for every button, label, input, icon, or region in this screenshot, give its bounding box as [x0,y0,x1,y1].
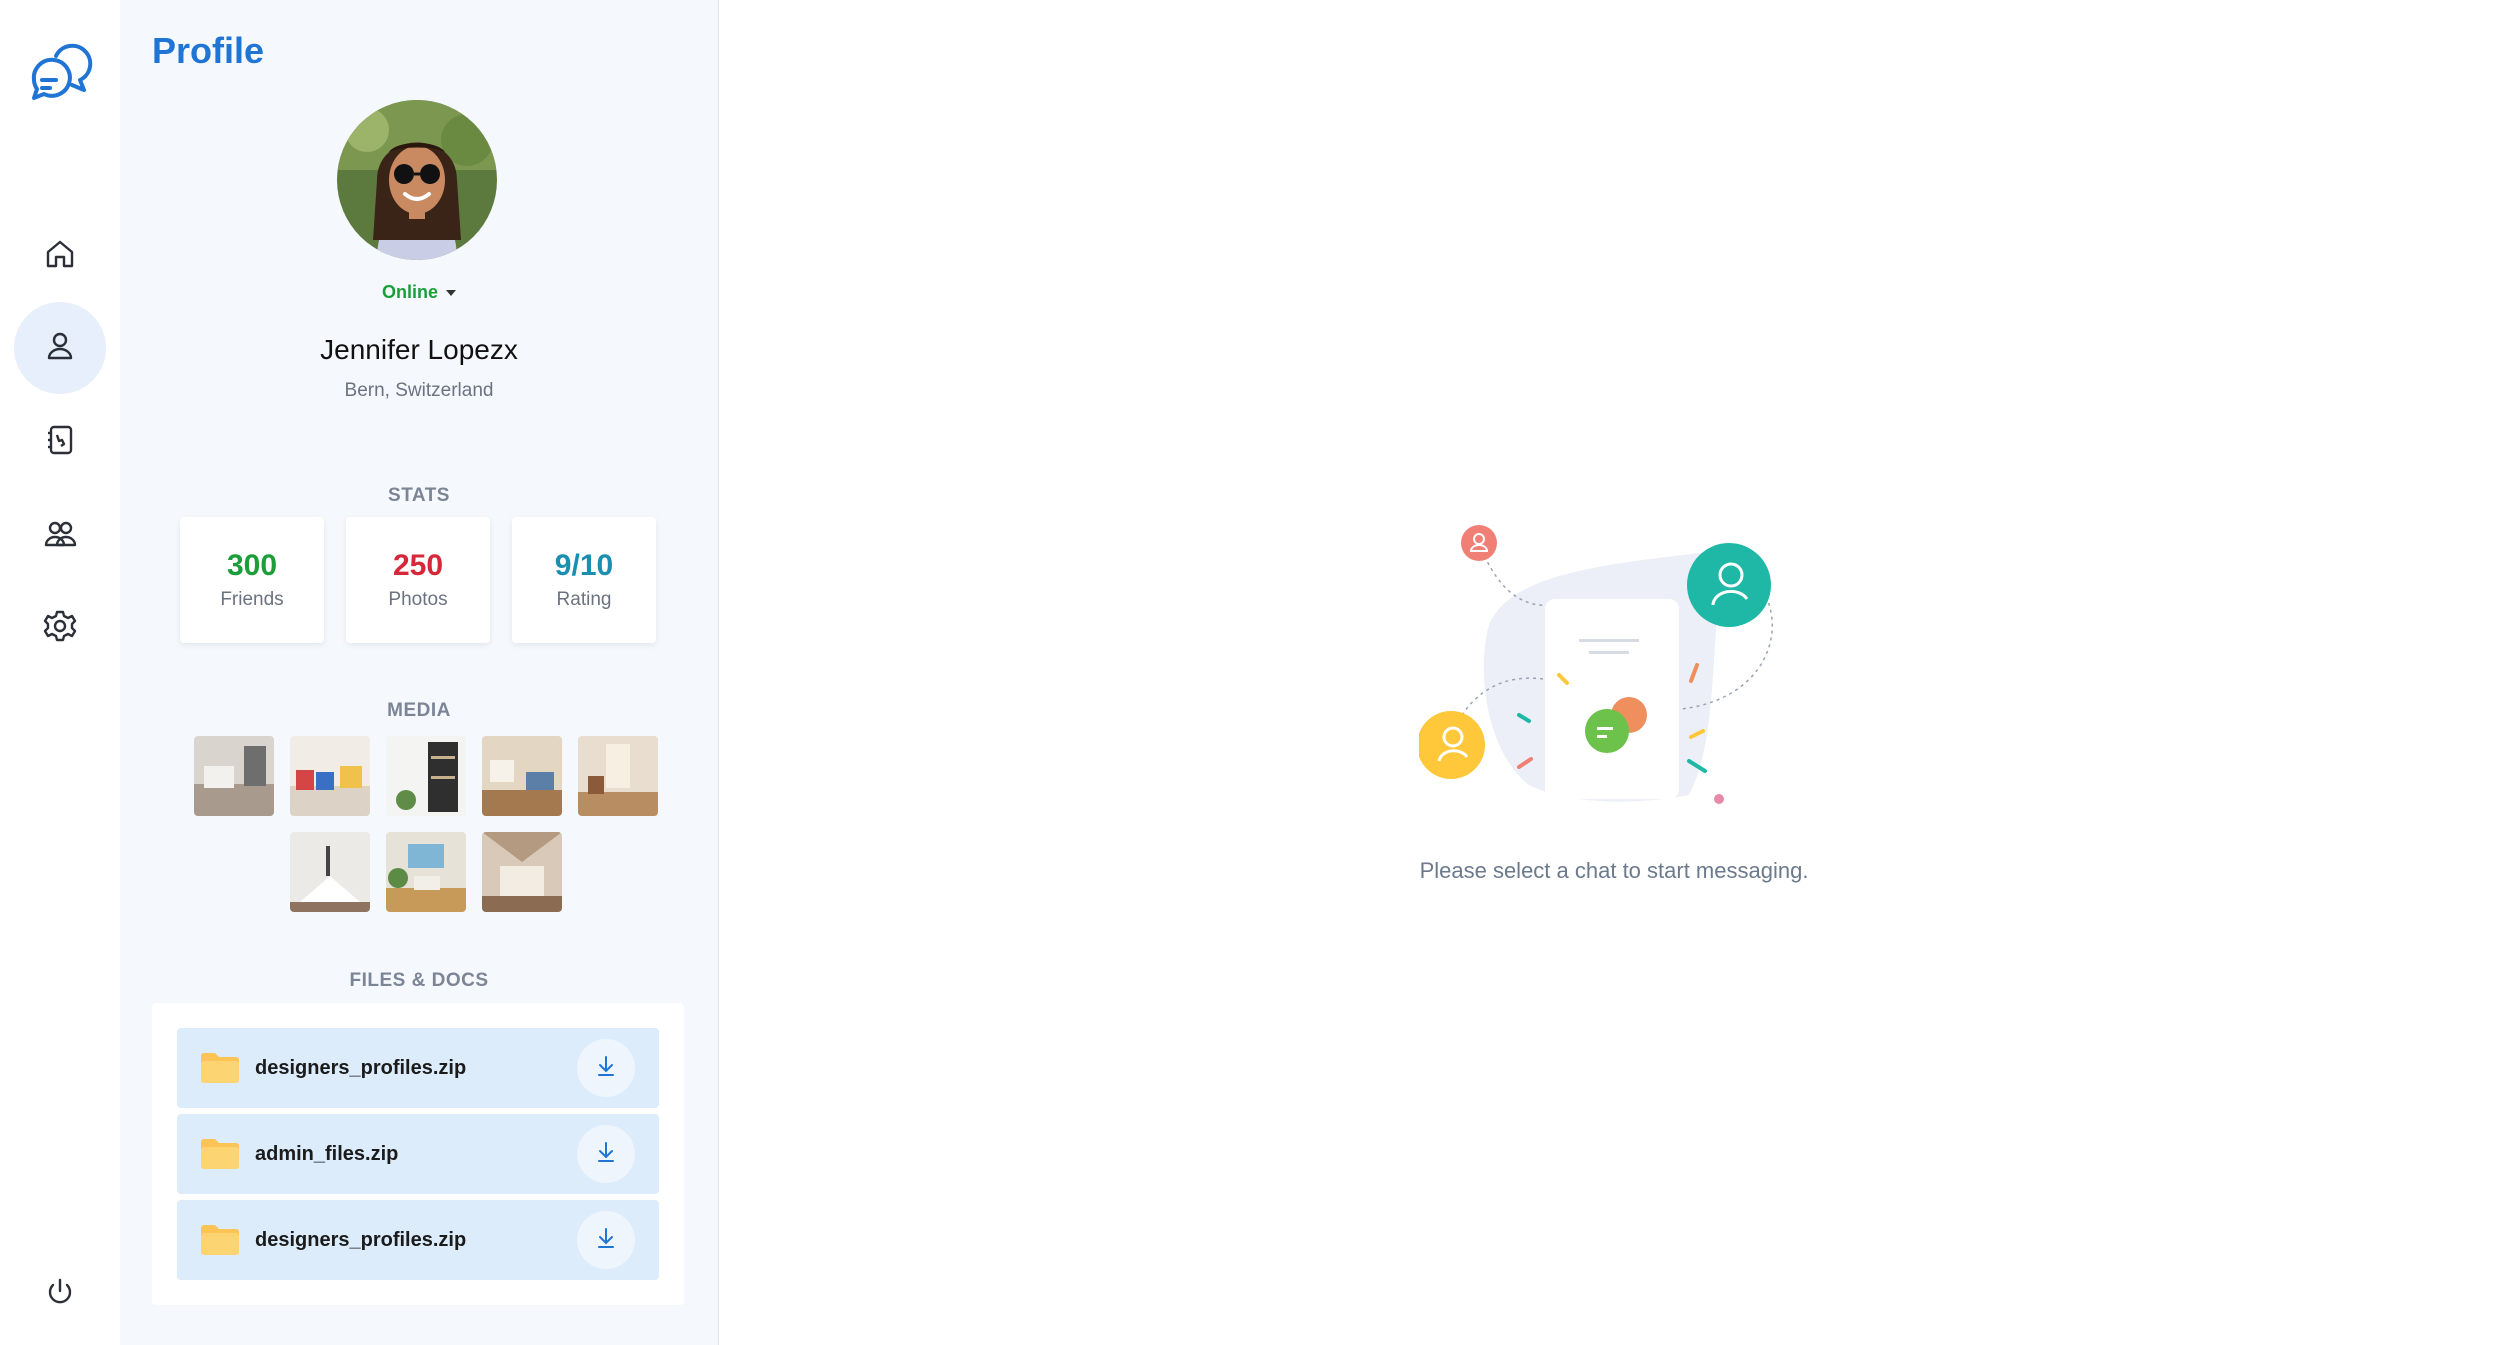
logout-button[interactable] [14,1248,106,1340]
status-dropdown[interactable]: Online [120,282,718,303]
profile-location: Bern, Switzerland [344,380,494,401]
media-thumbnail[interactable] [386,832,466,912]
stat-label: Photos [388,589,448,610]
download-button[interactable] [577,1211,635,1269]
avatar [337,100,497,260]
file-name: designers_profiles.zip [255,1228,467,1251]
app-logo[interactable] [26,36,96,106]
power-icon [43,1275,77,1314]
download-button[interactable] [577,1125,635,1183]
file-item[interactable]: designers_profiles.zip [177,1028,659,1108]
status-label: Online [381,282,438,302]
group-icon [43,517,77,556]
download-icon [594,1054,618,1083]
download-icon [594,1226,618,1255]
chat-area: Please select a chat to start messaging. [719,0,2509,1345]
caret-down-icon [446,290,456,297]
folder-icon [201,1053,239,1083]
media-grid [186,736,666,928]
panel-title: Profile [152,30,265,71]
stat-label: Rating [556,589,612,610]
nav-rail [0,0,121,1345]
files-heading: FILES & DOCS [349,970,489,991]
nav-contacts[interactable] [14,396,106,488]
stat-photos: 250 Photos [346,517,490,643]
media-thumbnail[interactable] [482,832,562,912]
empty-chat-illustration [1417,505,1819,815]
file-item[interactable]: designers_profiles.zip [177,1200,659,1280]
download-icon [594,1140,618,1169]
stat-value: 9/10 [554,549,614,582]
nav-home[interactable] [14,210,106,302]
stat-friends: 300 Friends [180,517,324,643]
nav-settings[interactable] [14,582,106,674]
download-button[interactable] [577,1039,635,1097]
stat-rating: 9/10 Rating [512,517,656,643]
file-item[interactable]: admin_files.zip [177,1114,659,1194]
folder-icon [201,1139,239,1169]
stat-value: 250 [392,549,444,582]
media-thumbnail[interactable] [290,832,370,912]
nav-profile[interactable] [14,302,106,394]
user-icon [43,329,77,368]
gear-icon [43,609,77,648]
media-thumbnail[interactable] [290,736,370,816]
media-thumbnail[interactable] [578,736,658,816]
contacts-book-icon [43,423,77,462]
folder-icon [201,1225,239,1255]
media-thumbnail[interactable] [482,736,562,816]
file-name: designers_profiles.zip [255,1056,467,1079]
empty-chat-message: Please select a chat to start messaging. [1419,858,1809,883]
files-list: designers_profiles.zip admin_files.zip d… [152,1003,684,1305]
home-icon [43,237,77,276]
stat-value: 300 [226,549,278,582]
stats-heading: STATS [388,485,450,506]
profile-panel: Profile Online Jennifer Lopezx Bern, Swi… [120,0,719,1345]
profile-name: Jennifer Lopezx [320,334,518,365]
media-thumbnail[interactable] [386,736,466,816]
nav-groups[interactable] [14,490,106,582]
stats-row: 300 Friends 250 Photos 9/10 Rating [180,517,656,643]
file-name: admin_files.zip [255,1142,399,1165]
media-thumbnail[interactable] [194,736,274,816]
stat-label: Friends [220,589,284,610]
media-heading: MEDIA [387,700,451,721]
